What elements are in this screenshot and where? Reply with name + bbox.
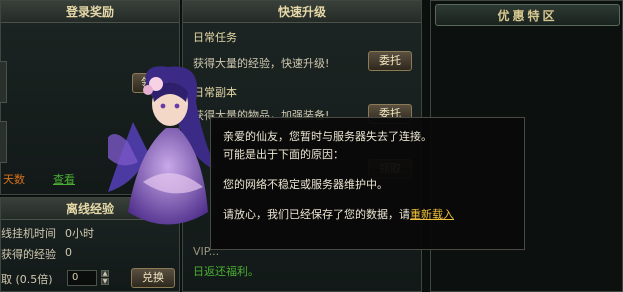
quick-level-title: 快速升级 [183,1,421,23]
dialog-line-1: 亲爱的仙友，您暂时与服务器失去了连接。 [223,130,432,143]
stepper-down-icon[interactable]: ▼ [101,278,109,285]
gained-exp-value: 0 [65,246,72,259]
reward-slot [0,61,7,103]
hang-time-value: 0小时 [65,227,94,240]
login-reward-title: 登录奖励 [1,1,179,23]
exchange-button[interactable]: 兑换 [131,268,175,288]
special-offer-title: 优惠特区 [435,4,620,26]
view-link[interactable]: 查看 [53,171,75,187]
gained-exp-label: 获得的经验 [1,248,56,261]
dialog-line-4: 请放心，我们已经保存了您的数据，请重新载入 [223,206,454,222]
daily-task-delegate-button[interactable]: 委托 [368,51,412,71]
dialog-line-4-text: 请放心，我们已经保存了您的数据，请 [223,208,410,221]
multiplier-input[interactable]: 0 [67,270,97,286]
vip-link[interactable]: 日返还福利。 [193,263,259,279]
daily-task-title: 日常任务 [193,31,237,44]
dialog-line-2: 可能是出于下面的原因： [223,148,344,161]
reward-slot [0,121,7,163]
stepper-up-icon[interactable]: ▲ [101,270,109,277]
multiplier-label: 取 (0.5倍) [1,273,53,286]
disconnect-dialog: 亲爱的仙友，您暂时与服务器失去了连接。 可能是出于下面的原因： 您的网络不稳定或… [210,117,525,250]
hang-time-label: 线挂机时间 [1,227,56,240]
reload-link[interactable]: 重新载入 [410,208,454,221]
days-label: 天数 [3,173,25,186]
dialog-line-3: 您的网络不稳定或服务器维护中。 [223,178,388,191]
